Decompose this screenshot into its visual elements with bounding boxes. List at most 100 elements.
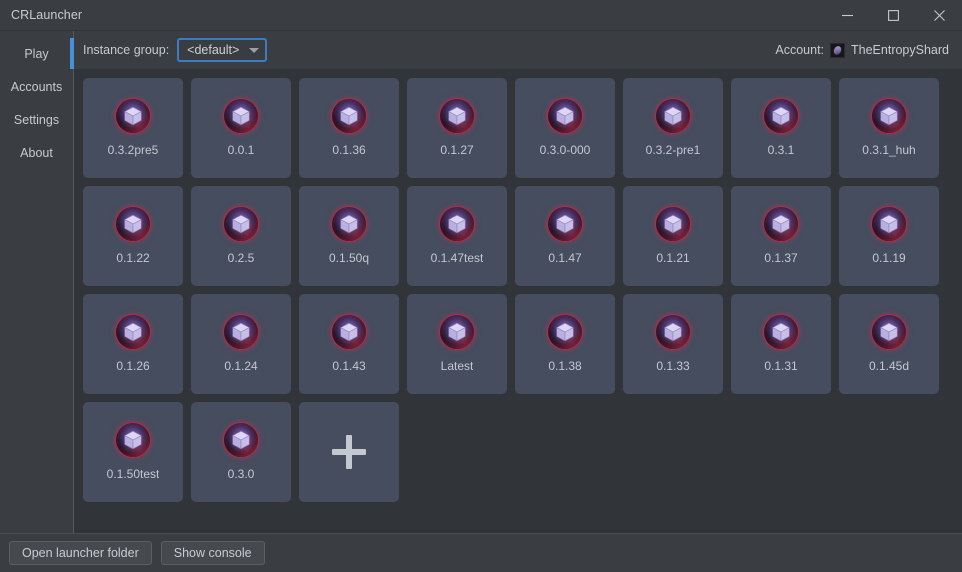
instance-tile[interactable]: 0.1.31 bbox=[731, 294, 831, 394]
instance-tile[interactable]: 0.3.1 bbox=[731, 78, 831, 178]
instance-name: 0.1.45d bbox=[869, 359, 909, 373]
cube-icon bbox=[656, 99, 690, 133]
instance-tile[interactable]: 0.1.47test bbox=[407, 186, 507, 286]
maximize-button[interactable] bbox=[870, 0, 916, 31]
instance-name: 0.3.1_huh bbox=[862, 143, 915, 157]
window-body: Play Accounts Settings About Instance gr… bbox=[0, 31, 962, 533]
cube-icon bbox=[332, 99, 366, 133]
sidebar-item-about[interactable]: About bbox=[0, 136, 73, 169]
instance-tile[interactable]: 0.1.43 bbox=[299, 294, 399, 394]
instance-tile[interactable]: 0.1.47 bbox=[515, 186, 615, 286]
sidebar-item-label: About bbox=[20, 146, 53, 160]
instance-group-value: <default> bbox=[187, 43, 239, 57]
close-icon bbox=[934, 10, 945, 21]
cube-icon bbox=[224, 423, 258, 457]
instance-tile[interactable]: 0.1.19 bbox=[839, 186, 939, 286]
instance-name: 0.1.33 bbox=[656, 359, 689, 373]
account-label: Account: bbox=[775, 43, 824, 57]
instance-tile[interactable]: 0.1.36 bbox=[299, 78, 399, 178]
sidebar-item-play[interactable]: Play bbox=[0, 37, 73, 70]
instance-group-select[interactable]: <default> bbox=[177, 38, 267, 62]
instance-tile[interactable]: Latest bbox=[407, 294, 507, 394]
cube-icon bbox=[332, 315, 366, 349]
cube-icon bbox=[872, 315, 906, 349]
account-area[interactable]: Account: TheEntropyShard bbox=[775, 43, 954, 58]
instance-name: 0.3.0-000 bbox=[540, 143, 591, 157]
instance-name: 0.1.22 bbox=[116, 251, 149, 265]
instance-name: 0.1.50test bbox=[107, 467, 160, 481]
instance-grid: 0.3.2pre5 0.0.1 0.1.36 0.1.27 0.3.0-000 0.3.2… bbox=[83, 78, 962, 502]
instance-tile[interactable]: 0.3.0 bbox=[191, 402, 291, 502]
toolbar: Instance group: <default> Account: TheEn… bbox=[74, 31, 962, 69]
show-console-button[interactable]: Show console bbox=[161, 541, 265, 565]
sidebar: Play Accounts Settings About bbox=[0, 31, 74, 533]
instance-name: Latest bbox=[441, 359, 474, 373]
instance-name: 0.3.1 bbox=[768, 143, 795, 157]
cube-icon bbox=[764, 207, 798, 241]
instance-name: 0.1.26 bbox=[116, 359, 149, 373]
instance-tile[interactable]: 0.0.1 bbox=[191, 78, 291, 178]
instance-tile[interactable]: 0.1.50test bbox=[83, 402, 183, 502]
cube-icon bbox=[332, 207, 366, 241]
instance-grid-panel: 0.3.2pre5 0.0.1 0.1.36 0.1.27 0.3.0-000 0.3.2… bbox=[74, 69, 962, 533]
instance-tile[interactable]: 0.3.2-pre1 bbox=[623, 78, 723, 178]
cube-icon bbox=[548, 99, 582, 133]
cube-icon bbox=[224, 99, 258, 133]
instance-tile[interactable]: 0.1.45d bbox=[839, 294, 939, 394]
cube-icon bbox=[116, 423, 150, 457]
instance-tile[interactable]: 0.1.38 bbox=[515, 294, 615, 394]
instance-tile[interactable]: 0.1.26 bbox=[83, 294, 183, 394]
instance-name: 0.1.31 bbox=[764, 359, 797, 373]
instance-name: 0.3.2pre5 bbox=[108, 143, 159, 157]
cube-icon bbox=[872, 207, 906, 241]
title-bar: CRLauncher bbox=[0, 0, 962, 31]
instance-tile[interactable]: 0.1.33 bbox=[623, 294, 723, 394]
cube-icon bbox=[224, 207, 258, 241]
maximize-icon bbox=[888, 10, 899, 21]
instance-tile[interactable]: 0.3.0-000 bbox=[515, 78, 615, 178]
instance-tile[interactable]: 0.1.37 bbox=[731, 186, 831, 286]
minimize-button[interactable] bbox=[824, 0, 870, 31]
cube-icon bbox=[656, 207, 690, 241]
cube-icon bbox=[224, 315, 258, 349]
close-button[interactable] bbox=[916, 0, 962, 31]
sidebar-item-accounts[interactable]: Accounts bbox=[0, 70, 73, 103]
status-bar: Open launcher folder Show console bbox=[0, 533, 962, 572]
main-panel: Instance group: <default> Account: TheEn… bbox=[74, 31, 962, 533]
instance-name: 0.3.2-pre1 bbox=[646, 143, 701, 157]
instance-group-label: Instance group: bbox=[83, 43, 169, 57]
instance-tile[interactable]: 0.2.5 bbox=[191, 186, 291, 286]
instance-tile[interactable]: 0.1.50q bbox=[299, 186, 399, 286]
plus-icon bbox=[332, 435, 366, 469]
sidebar-item-label: Settings bbox=[14, 113, 59, 127]
chevron-down-icon bbox=[249, 48, 259, 53]
avatar bbox=[830, 43, 845, 58]
sidebar-item-label: Play bbox=[24, 47, 48, 61]
instance-tile[interactable]: 0.3.1_huh bbox=[839, 78, 939, 178]
instance-tile[interactable]: 0.1.22 bbox=[83, 186, 183, 286]
cube-icon bbox=[872, 99, 906, 133]
instance-name: 0.0.1 bbox=[228, 143, 255, 157]
cube-icon bbox=[440, 207, 474, 241]
instance-tile[interactable]: 0.1.27 bbox=[407, 78, 507, 178]
instance-name: 0.1.50q bbox=[329, 251, 369, 265]
account-name: TheEntropyShard bbox=[851, 43, 949, 57]
open-launcher-folder-button[interactable]: Open launcher folder bbox=[9, 541, 152, 565]
instance-name: 0.1.37 bbox=[764, 251, 797, 265]
cube-icon bbox=[548, 207, 582, 241]
window-controls bbox=[824, 0, 962, 31]
instance-name: 0.1.36 bbox=[332, 143, 365, 157]
instance-name: 0.2.5 bbox=[228, 251, 255, 265]
instance-name: 0.1.21 bbox=[656, 251, 689, 265]
instance-tile[interactable]: 0.1.24 bbox=[191, 294, 291, 394]
launcher-window: CRLauncher Play bbox=[0, 0, 962, 572]
instance-tile[interactable]: 0.3.2pre5 bbox=[83, 78, 183, 178]
add-instance-button[interactable] bbox=[299, 402, 399, 502]
instance-name: 0.1.47test bbox=[431, 251, 484, 265]
instance-name: 0.1.19 bbox=[872, 251, 905, 265]
sidebar-item-settings[interactable]: Settings bbox=[0, 103, 73, 136]
instance-name: 0.3.0 bbox=[228, 467, 255, 481]
cube-icon bbox=[548, 315, 582, 349]
cube-icon bbox=[440, 99, 474, 133]
instance-tile[interactable]: 0.1.21 bbox=[623, 186, 723, 286]
